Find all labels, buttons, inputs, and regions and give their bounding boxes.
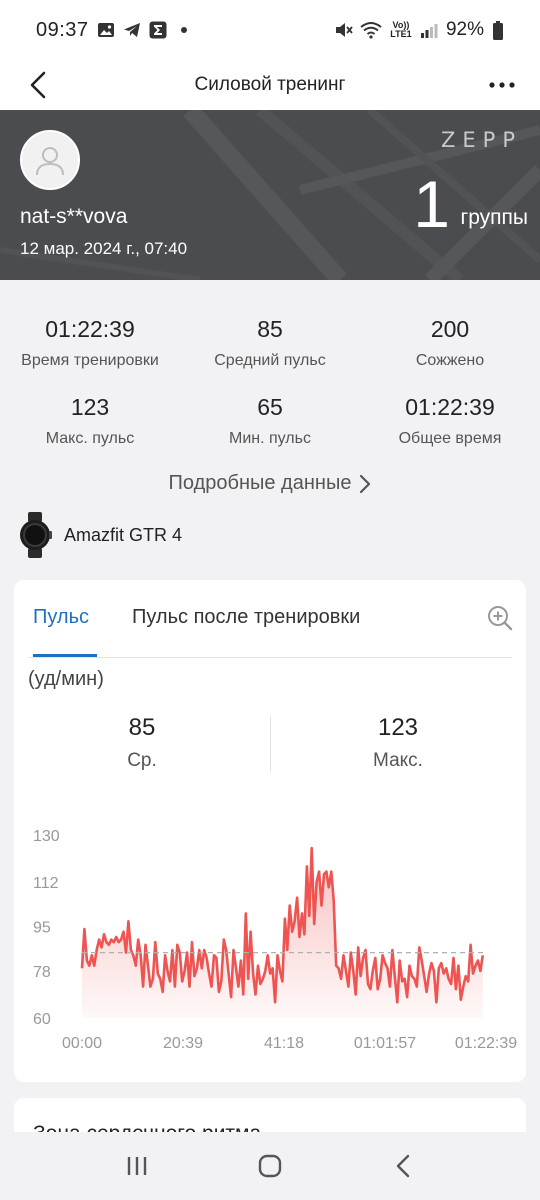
stat-workout-time: 01:22:39 Время тренировки <box>0 316 180 370</box>
recent-apps-icon <box>127 1157 146 1175</box>
summary-value: 85 <box>128 714 156 741</box>
battery-icon <box>492 21 504 40</box>
recent-apps-button[interactable] <box>117 1146 157 1186</box>
stat-value: 200 <box>430 316 470 342</box>
y-tick-label: 112 <box>33 875 59 892</box>
summary-label: Ср. <box>127 750 157 771</box>
details-link[interactable]: Подробные данные <box>0 472 540 495</box>
chevron-right-icon <box>360 474 371 493</box>
device-name: Amazfit GTR 4 <box>64 524 183 545</box>
tab-post-workout-heart-rate[interactable]: Пульс после тренировки <box>132 606 360 629</box>
stat-calories-burned: 200 Сожжено <box>360 316 540 370</box>
x-tick-label: 01:22:39 <box>455 1035 517 1052</box>
heart-rate-area <box>82 848 483 1018</box>
more-dots-icon <box>489 82 515 88</box>
stat-value: 01:22:39 <box>45 316 135 342</box>
heart-rate-unit: (уд/мин) <box>28 668 104 690</box>
stat-label: Время тренировки <box>21 352 159 369</box>
page-title: Силовой тренинг <box>194 74 346 95</box>
back-arrow-icon <box>397 1154 410 1178</box>
workout-hero-banner: nat-s**vova 12 мар. 2024 г., 07:40 ZEPP … <box>0 110 540 280</box>
back-nav-button[interactable] <box>383 1146 423 1186</box>
groups-count: 1 <box>413 167 450 241</box>
heart-rate-tabs: Пульс Пульс после тренировки <box>14 580 526 658</box>
tab-heart-rate[interactable]: Пульс <box>33 606 89 629</box>
user-icon <box>36 147 64 176</box>
back-button[interactable] <box>18 65 58 105</box>
heart-rate-chart: 130 112 95 78 60 00:00 20:39 41:18 01:01:57 01:22… <box>33 828 517 1052</box>
summary-value: 123 <box>377 714 419 741</box>
gallery-icon <box>97 21 115 39</box>
signal-icon <box>420 21 438 39</box>
stat-total-time: 01:22:39 Общее время <box>360 394 540 448</box>
x-tick-label: 41:18 <box>264 1035 304 1052</box>
smartwatch-icon <box>20 512 52 558</box>
stat-avg-heart-rate: 85 Средний пульс <box>180 316 360 370</box>
stat-label: Макс. пульс <box>45 430 135 447</box>
y-tick-label: 60 <box>33 1011 51 1028</box>
avg-heart-rate-summary: 85 Ср. <box>14 714 270 772</box>
status-bar: 09:37 Vo)) LTE1 92% <box>0 0 540 60</box>
workout-date: 12 мар. 2024 г., 07:40 <box>20 239 188 258</box>
stat-value: 85 <box>257 316 283 342</box>
status-time: 09:37 <box>36 18 89 41</box>
stat-value: 01:22:39 <box>405 394 495 420</box>
groups-label: группы <box>460 206 528 229</box>
stat-value: 65 <box>257 394 283 420</box>
more-options-button[interactable] <box>482 65 522 105</box>
x-tick-label: 20:39 <box>163 1035 203 1052</box>
stat-label: Сожжено <box>415 352 485 369</box>
max-heart-rate-summary: 123 Макс. <box>270 714 526 772</box>
y-tick-label: 130 <box>33 828 60 845</box>
device-row: Amazfit GTR 4 <box>18 512 182 558</box>
notification-dot-icon <box>175 21 193 39</box>
y-tick-label: 95 <box>33 920 51 937</box>
stat-min-heart-rate: 65 Мин. пульс <box>180 394 360 448</box>
stat-label: Средний пульс <box>214 352 326 369</box>
zepp-logo: ZEPP <box>441 128 522 152</box>
chevron-left-icon <box>30 71 46 99</box>
zoom-in-icon[interactable] <box>486 604 514 632</box>
lte-icon: Vo)) LTE1 <box>390 20 412 39</box>
sigma-app-icon <box>149 21 167 39</box>
avatar[interactable] <box>20 130 80 190</box>
x-tick-label: 01:01:57 <box>354 1035 416 1052</box>
stat-label: Общее время <box>398 430 502 447</box>
summary-label: Макс. <box>373 750 423 771</box>
app-header: Силовой тренинг <box>0 60 540 110</box>
telegram-icon <box>123 21 141 39</box>
battery-percent: 92% <box>445 19 484 40</box>
stat-value: 123 <box>70 394 110 420</box>
x-tick-label: 00:00 <box>62 1035 102 1052</box>
stat-max-heart-rate: 123 Макс. пульс <box>0 394 180 448</box>
details-link-label: Подробные данные <box>168 472 352 494</box>
mute-icon <box>334 21 353 39</box>
username: nat-s**vova <box>20 205 128 228</box>
tabs-divider <box>28 657 512 658</box>
home-button[interactable] <box>250 1146 290 1186</box>
system-navigation-bar <box>0 1132 540 1200</box>
wifi-icon <box>360 21 382 39</box>
y-tick-label: 78 <box>33 964 51 981</box>
home-icon <box>258 1154 282 1178</box>
heart-rate-card: Пульс Пульс после тренировки (уд/мин) 85… <box>14 580 526 1082</box>
stat-label: Мин. пульс <box>229 430 311 447</box>
